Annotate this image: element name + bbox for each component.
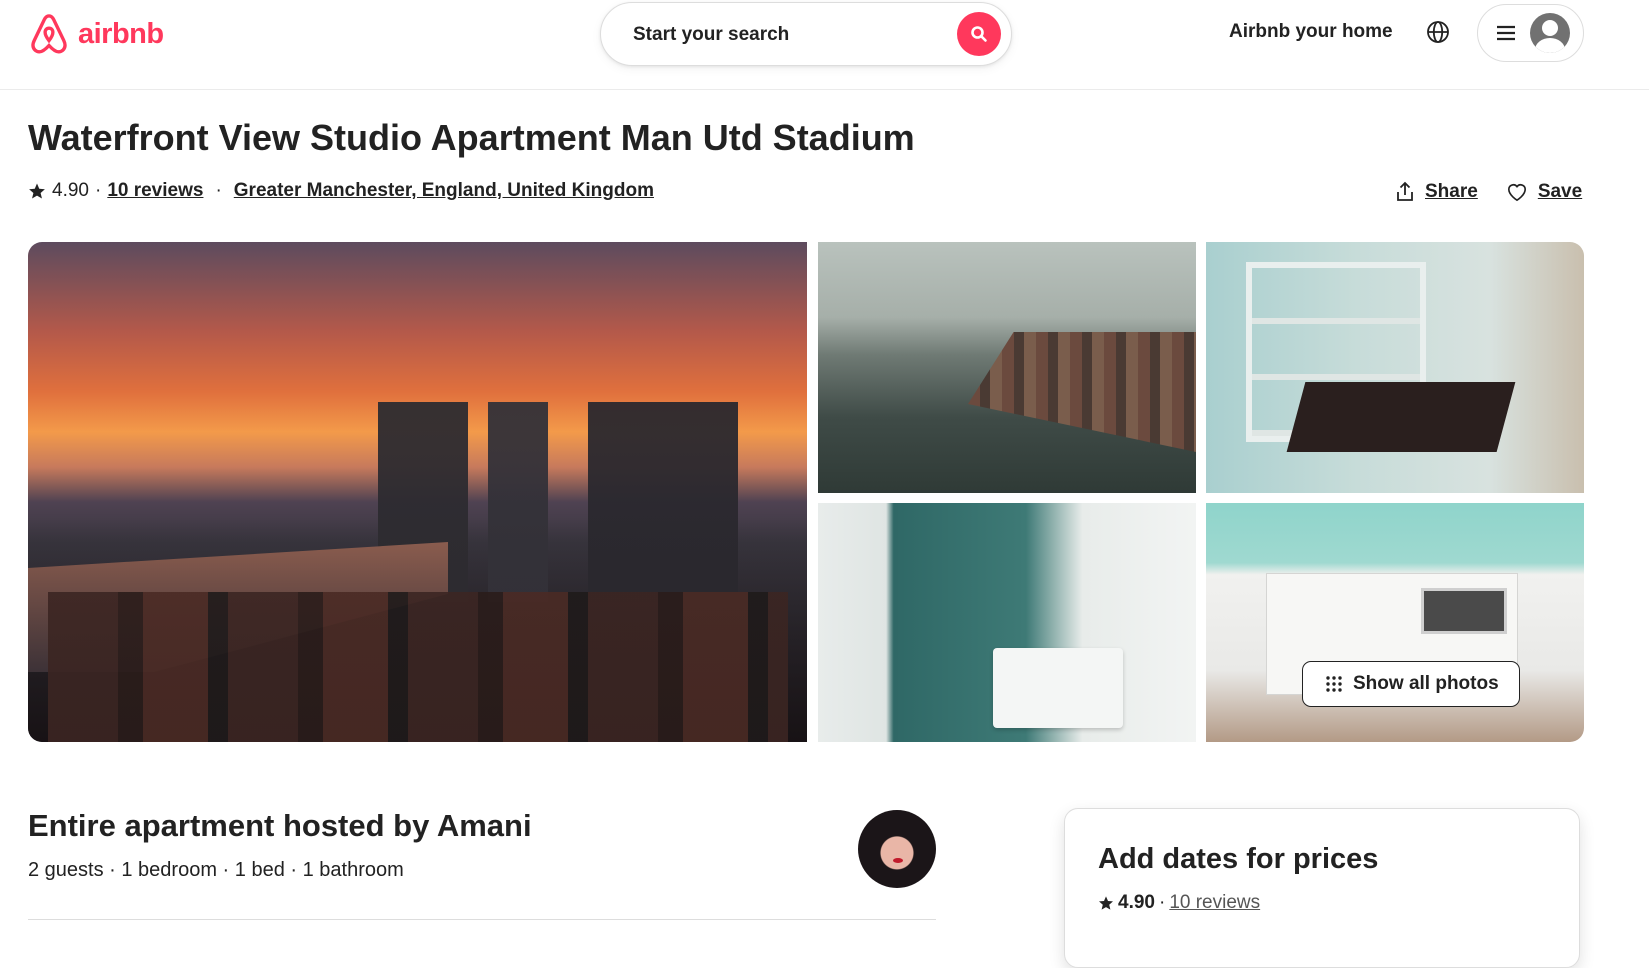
user-menu-button[interactable] <box>1477 4 1584 62</box>
share-label: Share <box>1425 181 1478 202</box>
share-icon <box>1397 181 1413 201</box>
photo-bedroom[interactable] <box>1206 242 1584 493</box>
photo-river-view[interactable] <box>818 242 1196 493</box>
search-placeholder: Start your search <box>633 24 790 45</box>
host-avatar[interactable] <box>858 810 936 888</box>
listing-actions: Share Save <box>1395 181 1582 203</box>
globe-icon[interactable] <box>1426 20 1450 44</box>
hamburger-icon <box>1497 25 1515 41</box>
booking-rating-value: 4.90 <box>1118 892 1155 913</box>
show-all-photos-label: Show all photos <box>1353 673 1499 694</box>
grid-dots-icon <box>1326 676 1342 692</box>
reviews-link[interactable]: 10 reviews <box>107 180 203 202</box>
rating-value: 4.90 <box>52 180 89 201</box>
star-icon <box>29 183 45 199</box>
photo-bathroom[interactable] <box>818 503 1196 742</box>
top-navbar: airbnb Start your search Airbnb your hom… <box>0 0 1649 90</box>
save-button[interactable]: Save <box>1506 181 1582 203</box>
listing-subtitle: Entire apartment hosted by Amani <box>28 808 532 843</box>
save-label: Save <box>1537 181 1583 202</box>
share-button[interactable]: Share <box>1395 181 1478 203</box>
booking-rating: 4.90 · 10 reviews <box>1098 892 1260 914</box>
brand-name: airbnb <box>78 17 164 50</box>
airbnb-your-home-link[interactable]: Airbnb your home <box>1229 21 1393 43</box>
listing-title: Waterfront View Studio Apartment Man Utd… <box>28 117 915 158</box>
listing-details: 2 guests · 1 bedroom · 1 bed · 1 bathroo… <box>28 859 404 881</box>
star-icon <box>1099 896 1113 910</box>
listing-meta: 4.90 · 10 reviews · Greater Manchester, … <box>28 180 654 202</box>
search-button[interactable] <box>957 12 1001 56</box>
location-link[interactable]: Greater Manchester, England, United King… <box>234 180 654 202</box>
separator-dot: · <box>94 180 102 201</box>
airbnb-logo[interactable]: airbnb <box>28 12 164 56</box>
photo-sunset-waterfront[interactable] <box>28 242 807 742</box>
separator-dot: · <box>215 180 222 201</box>
booking-reviews-link[interactable]: 10 reviews <box>1169 892 1260 914</box>
search-icon <box>971 26 987 42</box>
booking-card: Add dates for prices 4.90 · 10 reviews <box>1064 808 1580 968</box>
show-all-photos-button[interactable]: Show all photos <box>1302 661 1520 707</box>
heart-icon <box>1507 184 1526 202</box>
divider <box>28 919 936 920</box>
search-bar[interactable]: Start your search <box>600 2 1012 66</box>
airbnb-logo-icon <box>31 14 67 54</box>
booking-heading: Add dates for prices <box>1098 843 1379 875</box>
separator-dot: · <box>1158 892 1166 913</box>
user-avatar-icon <box>1530 13 1570 53</box>
